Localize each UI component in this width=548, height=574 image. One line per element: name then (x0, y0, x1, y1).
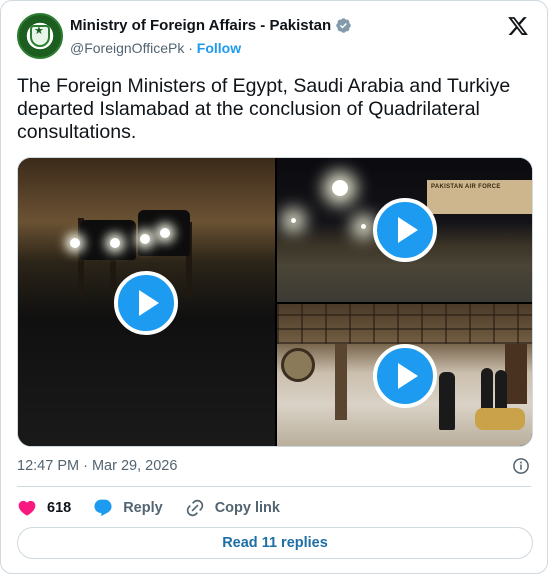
verified-badge-icon (336, 18, 351, 33)
airport-sign: PAKISTAN AIR FORCE (431, 184, 501, 190)
reply-button[interactable]: Reply (93, 498, 163, 518)
author-handle[interactable]: @ForeignOfficePk (70, 40, 184, 56)
handle-separator: · (188, 40, 193, 56)
wall-decoration (281, 348, 315, 382)
author-name-row: Ministry of Foreign Affairs - Pakistan (70, 17, 352, 34)
person (439, 372, 455, 430)
video-thumbnail-motorcade[interactable] (18, 158, 275, 446)
tweet-timestamp[interactable]: 12:47 PM · Mar 29, 2026 (17, 458, 177, 474)
play-icon (139, 290, 159, 316)
headlight (70, 238, 80, 248)
divider (17, 486, 531, 487)
video-thumbnail-terminal[interactable] (277, 304, 532, 446)
reply-label: Reply (123, 500, 163, 516)
avatar[interactable]: ★ (17, 13, 63, 59)
link-icon (186, 499, 203, 517)
play-icon (398, 217, 418, 243)
info-icon[interactable] (512, 457, 530, 475)
play-icon (398, 363, 418, 389)
video-thumbnail-airport[interactable]: PAKISTAN AIR FORCE (277, 158, 532, 302)
author-name[interactable]: Ministry of Foreign Affairs - Pakistan (70, 17, 331, 34)
heart-icon (18, 500, 36, 516)
tweet-card: ★ Ministry of Foreign Affairs - Pakistan… (0, 0, 548, 574)
tweet-text: The Foreign Ministers of Egypt, Saudi Ar… (17, 75, 511, 143)
follow-button[interactable]: Follow (197, 40, 241, 56)
door (505, 344, 527, 404)
pillar (335, 344, 347, 420)
armchair (475, 408, 525, 430)
like-button[interactable]: 618 (17, 498, 71, 518)
author-handle-row: @ForeignOfficePk · Follow (70, 40, 241, 56)
play-button[interactable] (114, 271, 178, 335)
action-bar: 618 Reply Copy link (17, 496, 302, 520)
headlight (160, 228, 170, 238)
headlight (110, 238, 120, 248)
floodlight (332, 180, 348, 196)
emblem-star-icon: ★ (34, 25, 44, 37)
x-logo-icon[interactable] (507, 15, 529, 37)
media-grid: PAKISTAN AIR FORCE (17, 157, 533, 447)
play-button[interactable] (373, 198, 437, 262)
copy-link-button[interactable]: Copy link (185, 498, 280, 518)
ceiling (277, 304, 532, 344)
tweet-header: ★ Ministry of Foreign Affairs - Pakistan… (17, 13, 531, 61)
reply-icon (94, 499, 112, 517)
read-replies-button[interactable]: Read 11 replies (17, 527, 533, 559)
like-count: 618 (47, 500, 72, 516)
play-button[interactable] (373, 344, 437, 408)
copy-link-label: Copy link (214, 500, 280, 516)
headlight (140, 234, 150, 244)
floodlight (361, 224, 366, 229)
floodlight (291, 218, 296, 223)
car (80, 220, 136, 260)
